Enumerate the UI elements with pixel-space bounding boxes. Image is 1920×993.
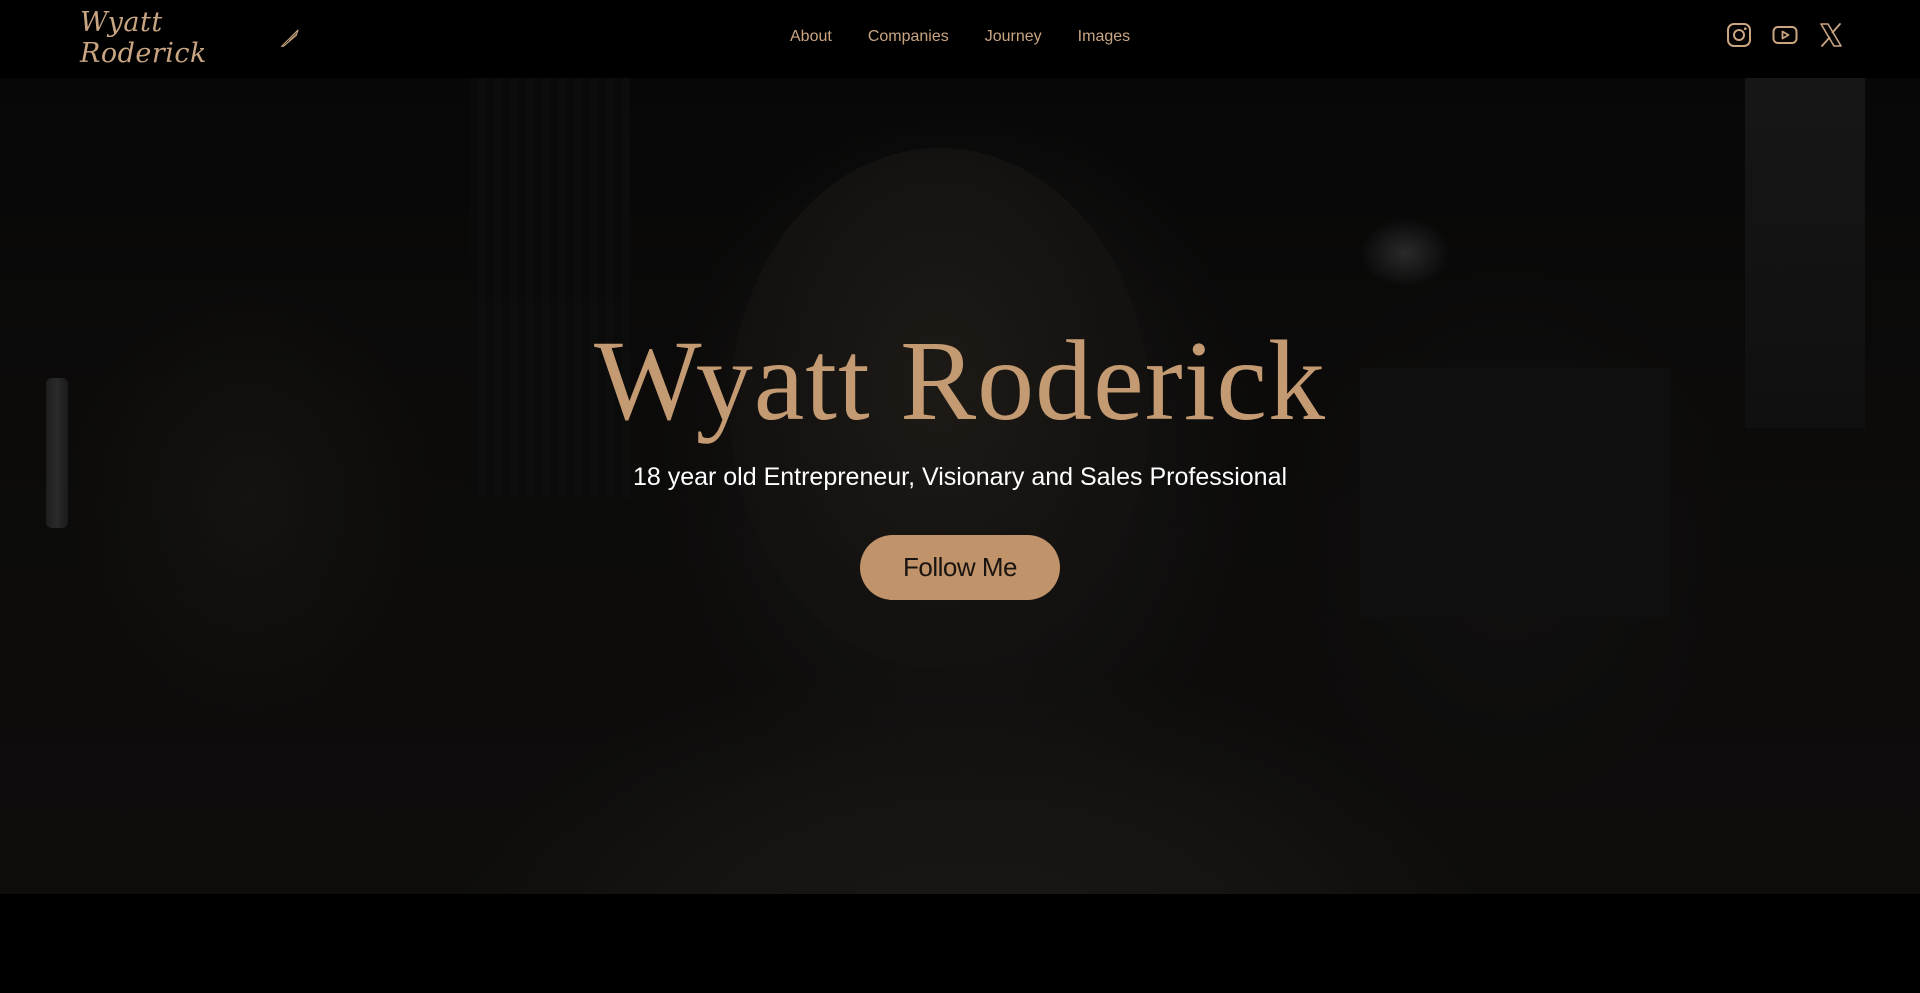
nav-journey[interactable]: Journey (985, 26, 1042, 48)
social-links (1726, 22, 1844, 48)
instagram-icon (1727, 23, 1751, 47)
nav-companies[interactable]: Companies (868, 26, 949, 48)
follow-me-button[interactable]: Follow Me (860, 535, 1060, 600)
nav-images[interactable]: Images (1078, 26, 1130, 48)
page: Wyatt Roderick About Companies Journey I… (0, 0, 1920, 993)
x-twitter-icon (1820, 23, 1842, 47)
site-header: Wyatt Roderick About Companies Journey I… (0, 0, 1920, 78)
x-twitter-link[interactable] (1818, 22, 1844, 48)
youtube-icon (1772, 26, 1798, 44)
nav-about[interactable]: About (790, 26, 832, 48)
site-logo[interactable]: Wyatt Roderick (80, 7, 300, 69)
pen-icon (280, 29, 299, 47)
youtube-link[interactable] (1772, 22, 1798, 48)
main-nav: About Companies Journey Images (790, 26, 1130, 48)
hero-subtitle: 18 year old Entrepreneur, Visionary and … (632, 463, 1288, 491)
hero-title: Wyatt Roderick (593, 317, 1327, 444)
instagram-link[interactable] (1726, 22, 1752, 48)
page-below-hero (0, 894, 1920, 993)
hero-section: Wyatt Roderick 18 year old Entrepreneur,… (0, 78, 1920, 894)
logo-text: Wyatt Roderick (80, 7, 207, 69)
